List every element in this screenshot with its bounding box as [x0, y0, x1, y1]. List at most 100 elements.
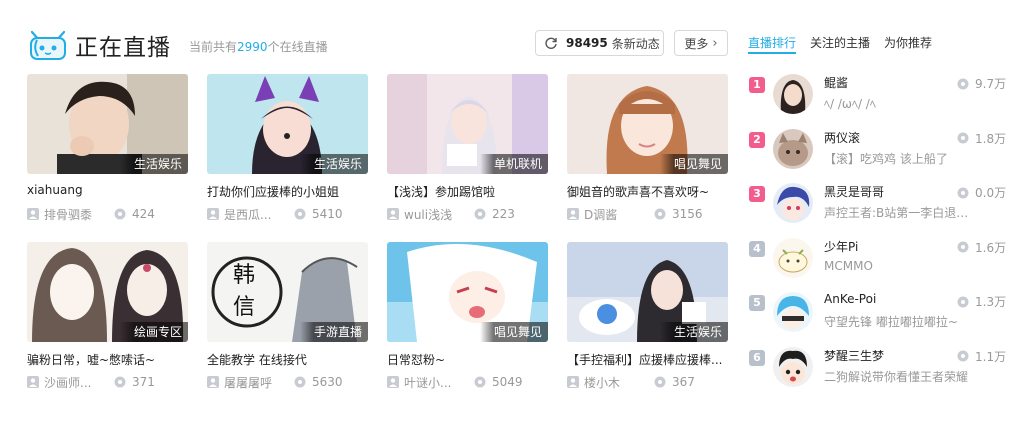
- ranking-item[interactable]: 3 黑灵是哥哥 声控王者:B站第一李白退站倒数... 0.0万: [748, 183, 1008, 238]
- stream-title[interactable]: 骗粉日常，嘘~憋嗦话~: [27, 351, 188, 367]
- viewers-icon: [957, 350, 969, 362]
- category-tag[interactable]: 生活娱乐: [659, 322, 728, 342]
- live-card[interactable]: 生活娱乐 xiahuang 排骨驷黍 424: [27, 74, 188, 224]
- stream-title[interactable]: MCMMO: [824, 259, 979, 273]
- viewer-count-block: 1.3万: [957, 293, 1006, 310]
- category-tag[interactable]: 生活娱乐: [119, 154, 188, 174]
- live-card[interactable]: 唱见舞见 御姐音的歌声喜不喜欢呀~ D调酱 3156: [567, 74, 728, 224]
- stream-title[interactable]: 全能教学 在线接代: [207, 351, 368, 367]
- avatar[interactable]: [773, 237, 813, 278]
- user-icon: [207, 376, 219, 388]
- viewer-count-block: 9.7万: [957, 75, 1006, 92]
- viewer-count: 424: [132, 207, 155, 221]
- streamer-name[interactable]: 梦醒三生梦: [824, 347, 884, 364]
- streamer-name[interactable]: wuli浅浅: [404, 206, 474, 223]
- avatar[interactable]: [773, 183, 813, 223]
- tv-mascot-icon: [30, 30, 66, 60]
- user-icon: [567, 376, 579, 388]
- viewers-icon: [474, 208, 486, 220]
- category-tag[interactable]: 单机联机: [479, 154, 548, 174]
- category-tag[interactable]: 生活娱乐: [299, 154, 368, 174]
- live-count: 2990: [237, 40, 268, 54]
- refresh-button[interactable]: 98495 条新动态: [535, 30, 664, 56]
- rank-badge: 1: [749, 77, 765, 93]
- ranking-tabs: 直播排行 关注的主播 为你推荐: [748, 34, 998, 56]
- stream-thumbnail[interactable]: 韩 信 手游直播: [207, 242, 368, 342]
- avatar[interactable]: [773, 74, 813, 114]
- stream-thumbnail[interactable]: 生活娱乐: [567, 242, 728, 342]
- live-card[interactable]: 生活娱乐 【手控福利】应援棒应援棒... 楼小木 367: [567, 242, 728, 392]
- rank-badge: 4: [749, 240, 765, 257]
- more-button[interactable]: 更多 ›: [674, 30, 728, 56]
- stream-meta: 排骨驷黍 424: [27, 206, 188, 223]
- stream-title[interactable]: 日常怼粉~: [387, 351, 548, 367]
- new-activity-label: 条新动态: [611, 36, 660, 51]
- live-card[interactable]: 绘画专区 骗粉日常，嘘~憋嗦话~ 沙画师... 371: [27, 242, 188, 392]
- stream-thumbnail[interactable]: 生活娱乐: [207, 74, 368, 174]
- streamer-name[interactable]: 鲲酱: [824, 74, 848, 91]
- live-card[interactable]: 单机联机 【浅浅】参加踢馆啦 wuli浅浅 223: [387, 74, 548, 224]
- stream-title[interactable]: 【滚】吃鸡鸡 该上船了: [824, 150, 979, 167]
- streamer-name[interactable]: 屠屠屠呼: [224, 374, 294, 391]
- stream-title[interactable]: 二狗解说带你看懂王者荣耀: [824, 368, 979, 385]
- stream-thumbnail[interactable]: 生活娱乐: [27, 74, 188, 174]
- viewer-count: 3156: [672, 207, 703, 221]
- ranking-item[interactable]: 4 少年Pi MCMMO 1.6万: [748, 237, 1008, 293]
- stream-title[interactable]: 【浅浅】参加踢馆啦: [387, 183, 548, 199]
- viewers-icon: [474, 376, 486, 388]
- stream-thumbnail[interactable]: 唱见舞见: [387, 242, 548, 342]
- live-card[interactable]: 生活娱乐 打劫你们应援棒的小姐姐 是西瓜... 5410: [207, 74, 368, 224]
- stream-title[interactable]: 【手控福利】应援棒应援棒...: [567, 351, 728, 367]
- user-icon: [567, 208, 579, 220]
- refresh-icon: [545, 37, 557, 49]
- stream-title[interactable]: 打劫你们应援棒的小姐姐: [207, 183, 368, 199]
- user-icon: [207, 208, 219, 220]
- viewer-count: 1.1万: [975, 349, 1007, 364]
- viewers-icon: [294, 208, 306, 220]
- live-card[interactable]: 唱见舞见 日常怼粉~ 叶谜小... 5049: [387, 242, 548, 392]
- stream-title[interactable]: 声控王者:B站第一李白退站倒数...: [824, 204, 979, 221]
- stream-title[interactable]: 御姐音的歌声喜不喜欢呀~: [567, 183, 728, 199]
- stream-meta: 屠屠屠呼 5630: [207, 374, 368, 391]
- ranking-item[interactable]: 6 梦醒三生梦 二狗解说带你看懂王者荣耀 1.1万: [748, 346, 1008, 402]
- category-tag[interactable]: 唱见舞见: [659, 154, 728, 174]
- avatar[interactable]: [773, 292, 813, 332]
- stream-thumbnail[interactable]: 单机联机: [387, 74, 548, 174]
- streamer-name[interactable]: D调酱: [584, 206, 654, 223]
- viewers-icon: [957, 132, 969, 144]
- streamer-name[interactable]: 两仪滚: [824, 129, 860, 146]
- ranking-item[interactable]: 1 鲲酱 ﾍ/ /ωﾍ/ /ﾍ 9.7万: [748, 74, 1008, 129]
- ranking-item[interactable]: 5 AnKe-Poi 守望先锋 嘟拉嘟拉嘟拉~ 1.3万: [748, 292, 1008, 347]
- streamer-name[interactable]: 黑灵是哥哥: [824, 183, 884, 200]
- category-tag[interactable]: 手游直播: [299, 322, 368, 342]
- avatar[interactable]: [773, 346, 813, 387]
- rank-badge: 2: [749, 131, 765, 148]
- viewers-icon: [957, 296, 969, 307]
- rank-badge: 5: [749, 295, 765, 311]
- avatar[interactable]: [773, 128, 813, 169]
- live-card-grid: 生活娱乐 xiahuang 排骨驷黍 424 生活娱乐 打劫你们应援棒的小姐姐: [27, 74, 729, 404]
- stream-title[interactable]: xiahuang: [27, 183, 188, 199]
- viewers-icon: [654, 376, 666, 388]
- tab-followed-streamers[interactable]: 关注的主播: [810, 34, 870, 54]
- live-card[interactable]: 韩 信 手游直播 全能教学 在线接代 屠屠屠呼 5630: [207, 242, 368, 392]
- category-tag[interactable]: 绘画专区: [119, 322, 188, 342]
- stream-title[interactable]: 守望先锋 嘟拉嘟拉嘟拉~: [824, 313, 979, 330]
- streamer-name[interactable]: 少年Pi: [824, 238, 858, 255]
- viewers-icon: [957, 241, 969, 253]
- streamer-name[interactable]: 沙画师...: [44, 374, 114, 391]
- streamer-name[interactable]: 楼小木: [584, 374, 654, 391]
- streamer-name[interactable]: 排骨驷黍: [44, 206, 114, 223]
- streamer-name[interactable]: 叶谜小...: [404, 374, 474, 391]
- stream-thumbnail[interactable]: 绘画专区: [27, 242, 188, 342]
- streamer-name[interactable]: 是西瓜...: [224, 206, 294, 223]
- tab-recommended[interactable]: 为你推荐: [884, 34, 932, 54]
- category-tag[interactable]: 唱见舞见: [479, 322, 548, 342]
- tab-live-ranking[interactable]: 直播排行: [748, 34, 797, 54]
- streamer-name[interactable]: AnKe-Poi: [824, 292, 876, 306]
- user-icon: [27, 208, 39, 220]
- stream-title[interactable]: ﾍ/ /ωﾍ/ /ﾍ: [824, 95, 979, 112]
- viewer-count-block: 1.1万: [957, 348, 1006, 365]
- stream-thumbnail[interactable]: 唱见舞见: [567, 74, 728, 174]
- ranking-item[interactable]: 2 两仪滚 【滚】吃鸡鸡 该上船了 1.8万: [748, 128, 1008, 184]
